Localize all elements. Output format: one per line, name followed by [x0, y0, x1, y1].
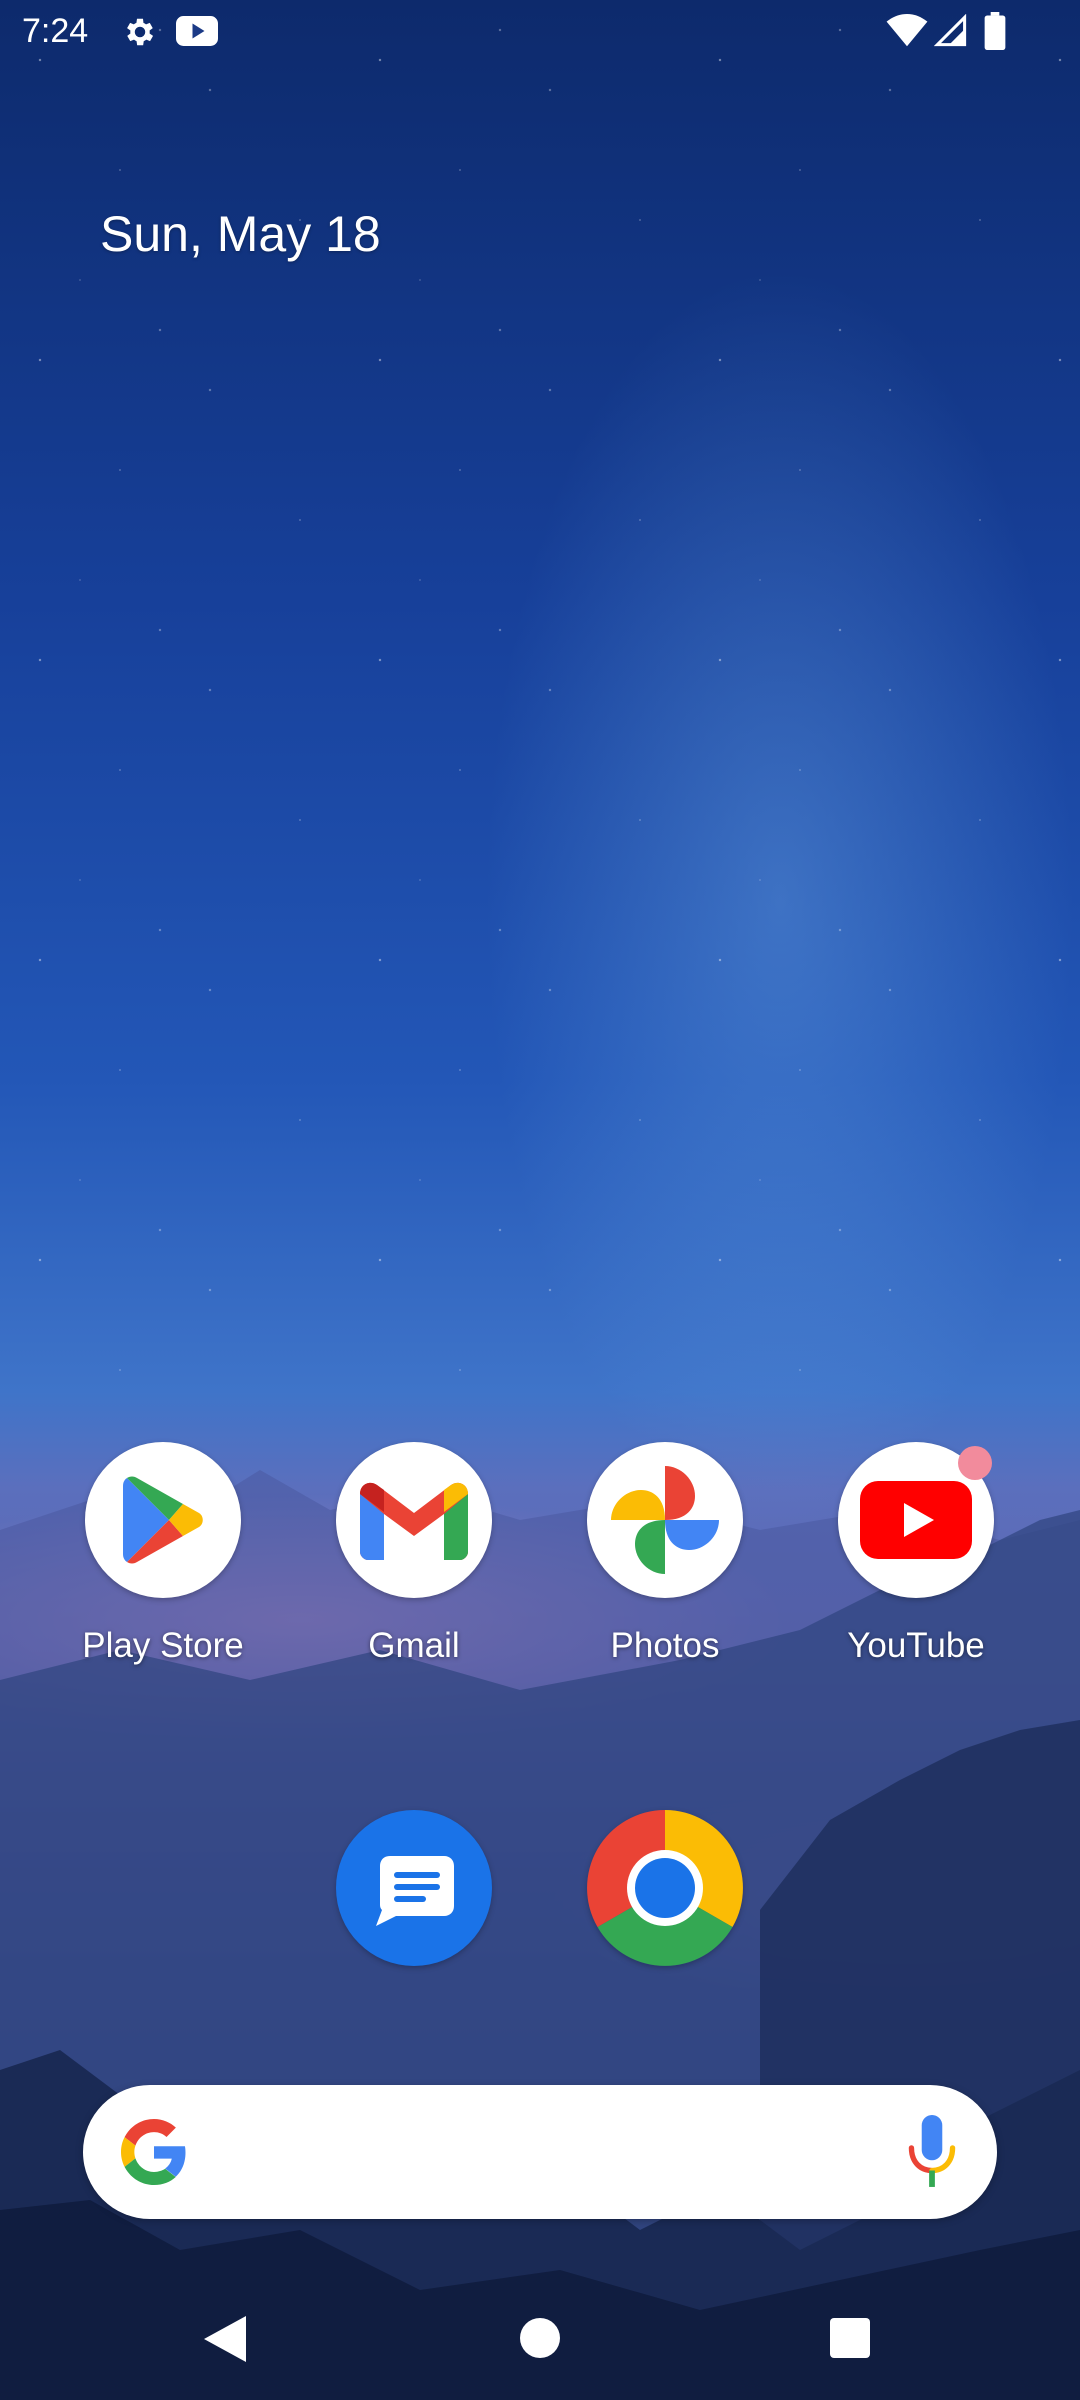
messages-icon[interactable] — [336, 1810, 492, 1966]
app-label: Play Store — [82, 1626, 244, 1665]
app-label: Gmail — [368, 1626, 460, 1665]
recents-button[interactable] — [830, 2318, 870, 2358]
app-play-store[interactable]: Play Store — [53, 1442, 273, 1666]
back-button[interactable] — [202, 2314, 248, 2364]
chrome-icon[interactable] — [587, 1810, 743, 1966]
home-button[interactable] — [520, 2318, 560, 2358]
navigation-bar — [0, 2290, 1080, 2400]
app-gmail[interactable]: Gmail — [304, 1442, 524, 1666]
gear-icon — [127, 18, 154, 46]
mic-icon[interactable] — [907, 2115, 957, 2189]
play-store-icon[interactable] — [85, 1442, 241, 1598]
status-time: 7:24 — [22, 12, 89, 50]
notification-dot — [958, 1446, 992, 1480]
google-g-icon — [121, 2119, 186, 2185]
youtube-icon[interactable] — [838, 1442, 994, 1598]
photos-icon[interactable] — [587, 1442, 743, 1598]
app-label: YouTube — [847, 1626, 985, 1665]
date-widget[interactable]: Sun, May 18 — [100, 205, 381, 263]
gmail-icon[interactable] — [336, 1442, 492, 1598]
wifi-icon — [886, 14, 928, 47]
status-bar: 7:24 — [0, 0, 1080, 64]
google-search-bar[interactable] — [83, 2085, 997, 2219]
app-photos[interactable]: Photos — [555, 1442, 775, 1666]
signal-icon — [934, 14, 967, 47]
app-youtube[interactable]: YouTube — [806, 1442, 1026, 1666]
battery-icon — [984, 12, 1006, 50]
youtube-notification-icon — [176, 16, 218, 46]
app-label: Photos — [610, 1626, 720, 1665]
